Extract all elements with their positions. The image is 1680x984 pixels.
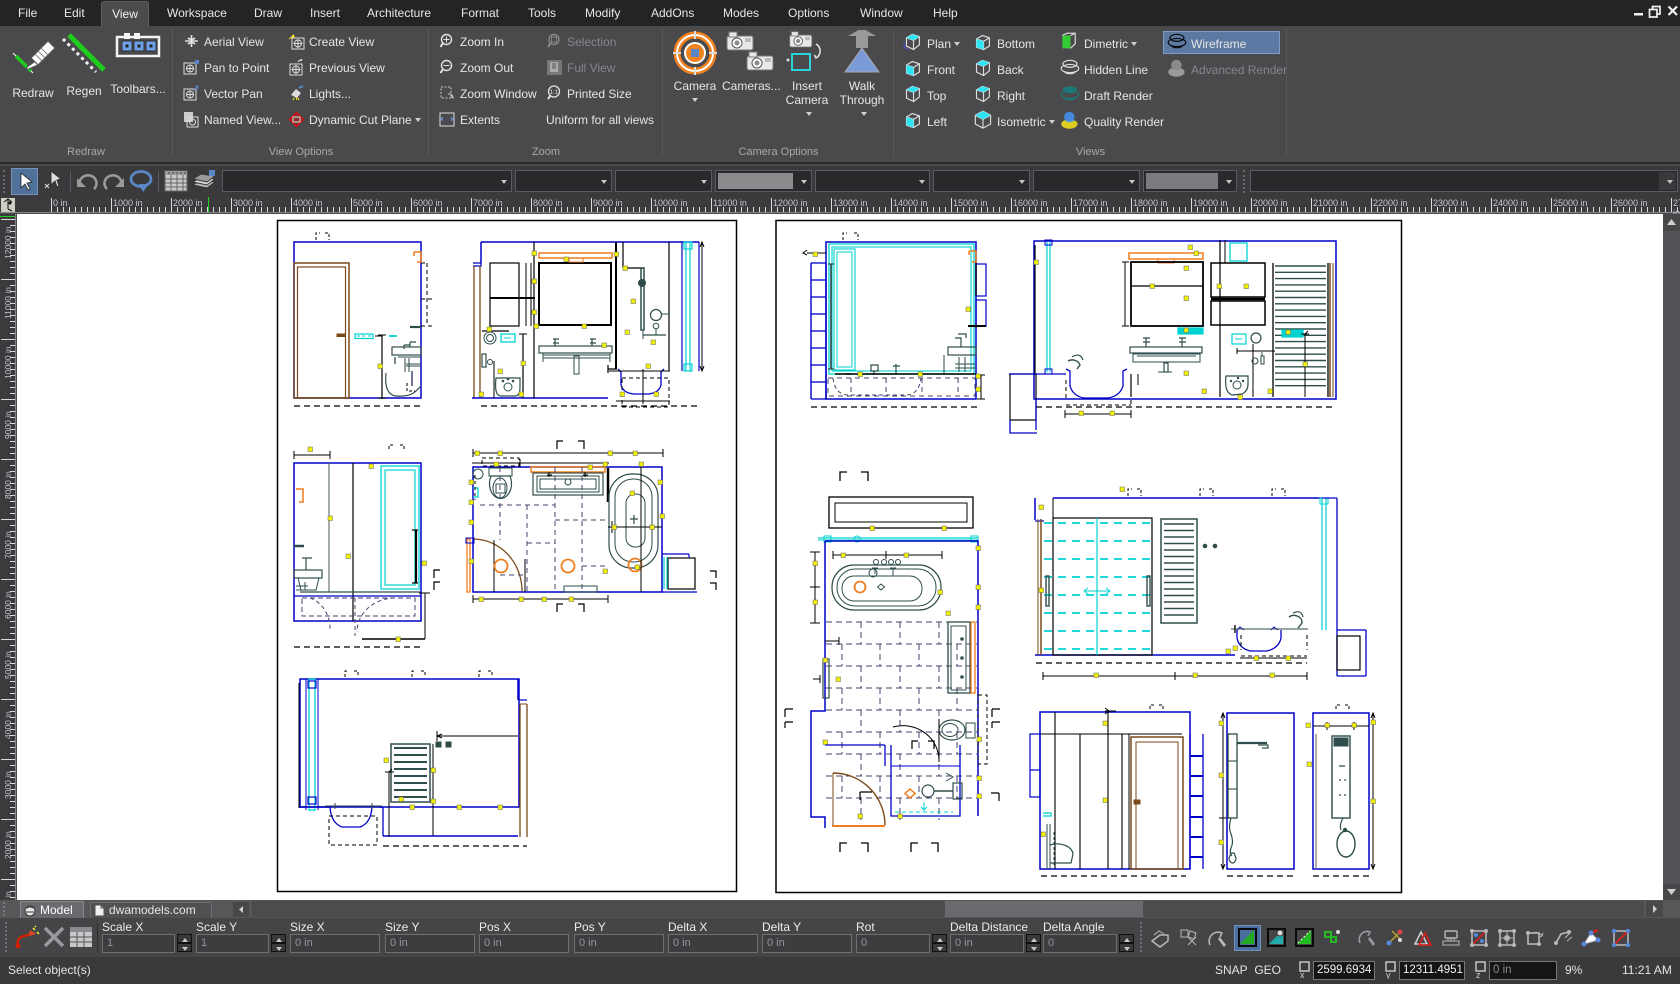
svg-text:1:1: 1:1	[550, 90, 559, 96]
svg-text:y: y	[1386, 970, 1391, 979]
svg-text:z: z	[1476, 970, 1481, 979]
svg-text:x: x	[1300, 970, 1305, 979]
